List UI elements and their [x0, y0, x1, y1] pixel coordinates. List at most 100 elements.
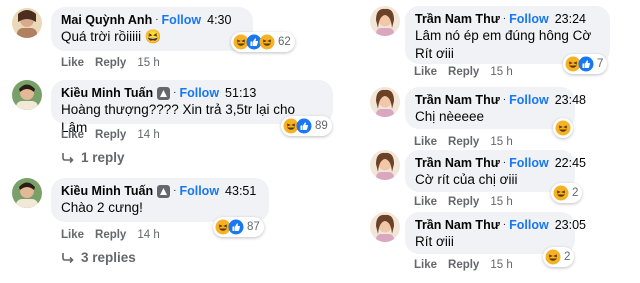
- separator-dot: ·: [173, 87, 177, 98]
- separator-dot: ·: [173, 185, 177, 196]
- separator-dot: ·: [155, 14, 159, 25]
- reaction-summary[interactable]: 87: [213, 217, 264, 237]
- reaction-count: 89: [315, 120, 328, 132]
- comment-timestamp[interactable]: 23:24: [555, 11, 586, 27]
- comment-text: Chào 2 cưng!: [61, 200, 143, 215]
- commenter-name[interactable]: Trần Nam Thư: [415, 11, 500, 27]
- comment-age[interactable]: 14 h: [137, 229, 159, 241]
- follow-button[interactable]: Follow: [509, 92, 549, 108]
- reply-button[interactable]: Reply: [95, 129, 126, 141]
- comment-text: Rít ơiii: [415, 234, 454, 249]
- reply-button[interactable]: Reply: [95, 229, 126, 241]
- follow-button[interactable]: Follow: [179, 85, 219, 101]
- separator-dot: ·: [502, 94, 507, 105]
- comment-text-line-1: Lâm nó ép em đúng hông Cờ: [415, 28, 592, 43]
- replies-count-label: 3 replies: [81, 250, 136, 265]
- comment-timestamp[interactable]: 23:05: [555, 217, 586, 233]
- haha-icon: [555, 120, 571, 136]
- commenter-name[interactable]: Trần Nam Thư: [415, 155, 500, 171]
- like-icon: [228, 219, 244, 235]
- commenter-name[interactable]: Mai Quỳnh Anh: [61, 12, 152, 28]
- comment-text: Quá trời rồiiiii 😆: [61, 29, 162, 44]
- follow-button[interactable]: Follow: [509, 217, 549, 233]
- follow-button[interactable]: Follow: [179, 183, 219, 199]
- reaction-summary[interactable]: 89: [281, 116, 332, 136]
- comment-timestamp[interactable]: 51:13: [225, 85, 256, 101]
- comment-actions: Like Reply 14 h: [61, 229, 160, 241]
- comment-actions: Like Reply 15 h: [414, 196, 513, 208]
- comment-timestamp[interactable]: 4:30: [207, 12, 231, 28]
- comment-bubble: Mai Quỳnh Anh · Follow 4:30 Quá trời rồi…: [51, 7, 253, 51]
- comment-actions: Like Reply 14 h: [61, 129, 160, 141]
- follow-button[interactable]: Follow: [509, 155, 549, 171]
- comment-timestamp[interactable]: 43:51: [225, 183, 256, 199]
- comment-actions: Like Reply 15 h: [414, 66, 513, 78]
- separator-dot: ·: [502, 157, 507, 168]
- reaction-summary[interactable]: [553, 118, 573, 138]
- reply-arrow-icon: [62, 152, 74, 163]
- top-fan-badge-icon[interactable]: [157, 184, 171, 198]
- reaction-count: 2: [572, 187, 579, 199]
- avatar[interactable]: [370, 212, 400, 242]
- avatar[interactable]: [12, 178, 42, 208]
- comment-age[interactable]: 15 h: [490, 196, 512, 208]
- avatar[interactable]: [370, 87, 400, 117]
- comment-bubble: Kiều Minh Tuấn · Follow 43:51 Chào 2 cưn…: [51, 178, 269, 222]
- comment-timestamp[interactable]: 23:48: [555, 92, 586, 108]
- comment-bubble: Trần Nam Thư · Follow 22:45 Cờ rít của c…: [405, 150, 586, 192]
- reaction-count: 2: [564, 251, 571, 263]
- reply-button[interactable]: Reply: [448, 196, 479, 208]
- like-button[interactable]: Like: [414, 66, 437, 78]
- reaction-count: 62: [278, 36, 291, 48]
- reply-button[interactable]: Reply: [448, 259, 479, 271]
- haha-icon: [545, 249, 561, 265]
- reply-button[interactable]: Reply: [448, 136, 479, 148]
- like-button[interactable]: Like: [61, 229, 84, 241]
- reaction-summary[interactable]: 7: [563, 54, 608, 74]
- commenter-name[interactable]: Kiều Minh Tuấn: [61, 85, 153, 101]
- comment-age[interactable]: 15 h: [490, 136, 512, 148]
- like-button[interactable]: Like: [414, 136, 437, 148]
- follow-button[interactable]: Follow: [509, 11, 549, 27]
- avatar[interactable]: [12, 8, 42, 38]
- like-button[interactable]: Like: [414, 196, 437, 208]
- like-button[interactable]: Like: [414, 259, 437, 271]
- separator-dot: ·: [502, 13, 507, 24]
- avatar[interactable]: [370, 150, 400, 180]
- comment-text: Chị nèeeee: [415, 109, 485, 124]
- view-replies-link[interactable]: 1 reply: [61, 150, 125, 165]
- comment-actions: Like Reply 15 h: [414, 136, 513, 148]
- view-replies-link[interactable]: 3 replies: [61, 250, 136, 265]
- like-button[interactable]: Like: [61, 57, 84, 69]
- reaction-count: 87: [247, 221, 260, 233]
- avatar[interactable]: [370, 6, 400, 36]
- reply-arrow-icon: [62, 252, 74, 263]
- reaction-summary[interactable]: 2: [543, 247, 575, 267]
- comment-actions: Like Reply 15 h: [414, 259, 513, 271]
- comment-text: Cờ rít của chị ơiii: [415, 172, 518, 187]
- separator-dot: ·: [502, 219, 507, 230]
- commenter-name[interactable]: Trần Nam Thư: [415, 92, 500, 108]
- comment-age[interactable]: 14 h: [137, 129, 159, 141]
- reply-button[interactable]: Reply: [448, 66, 479, 78]
- comment-age[interactable]: 15 h: [490, 259, 512, 271]
- replies-count-label: 1 reply: [81, 150, 125, 165]
- reply-button[interactable]: Reply: [95, 57, 126, 69]
- top-fan-badge-icon[interactable]: [157, 86, 171, 100]
- commenter-name[interactable]: Trần Nam Thư: [415, 217, 500, 233]
- reaction-count: 7: [597, 58, 604, 70]
- comment-age[interactable]: 15 h: [490, 66, 512, 78]
- follow-button[interactable]: Follow: [162, 12, 202, 28]
- avatar[interactable]: [12, 80, 42, 110]
- like-icon: [296, 118, 312, 134]
- haha-icon: [259, 34, 275, 50]
- like-button[interactable]: Like: [61, 129, 84, 141]
- commenter-name[interactable]: Kiều Minh Tuấn: [61, 183, 153, 199]
- comment-bubble: Trần Nam Thư · Follow 23:48 Chị nèeeee: [405, 87, 586, 129]
- comment-age[interactable]: 15 h: [137, 57, 159, 69]
- comment-actions: Like Reply 15 h: [61, 57, 160, 69]
- comment-timestamp[interactable]: 22:45: [555, 155, 586, 171]
- reaction-summary[interactable]: 2: [551, 183, 583, 203]
- reaction-summary[interactable]: 62: [231, 32, 295, 52]
- like-icon: [578, 56, 594, 72]
